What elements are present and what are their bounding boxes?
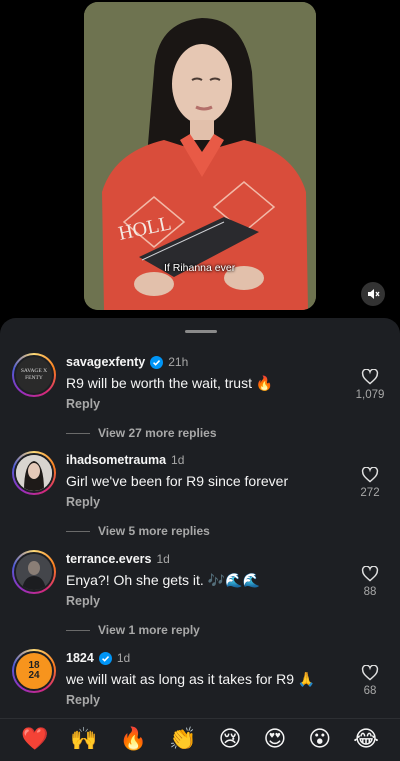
video-area: HOLL If Rihanna ever bbox=[0, 0, 400, 318]
comment-username[interactable]: ihadsometrauma bbox=[66, 453, 166, 467]
comments-sheet: SAVAGE X FENTY savagexfenty 21h R9 will … bbox=[0, 318, 400, 761]
emoji-heart-eyes-button[interactable]: 😍 bbox=[263, 729, 286, 751]
reply-button[interactable]: Reply bbox=[66, 495, 100, 509]
avatar[interactable]: 18 24 bbox=[12, 649, 56, 693]
comment-username[interactable]: terrance.evers bbox=[66, 552, 151, 566]
video-player[interactable]: HOLL If Rihanna ever bbox=[84, 2, 316, 310]
emoji-reaction-bar: ❤️ 🙌 🔥 👏 😢 😍 😮 😂 bbox=[0, 718, 400, 761]
verified-badge-icon bbox=[98, 651, 112, 665]
avatar-photo bbox=[16, 554, 52, 590]
emoji-surprised-button[interactable]: 😮 bbox=[308, 729, 331, 751]
avatar-logo-text: 18 24 bbox=[28, 660, 40, 681]
heart-icon bbox=[361, 369, 379, 385]
avatar[interactable] bbox=[12, 550, 56, 594]
view-replies-button[interactable]: View 1 more reply bbox=[66, 623, 200, 637]
comment-item: ihadsometrauma 1d Girl we've been for R9… bbox=[0, 451, 400, 547]
reply-button[interactable]: Reply bbox=[66, 693, 100, 707]
emoji-clap-button[interactable]: 👏 bbox=[169, 729, 196, 751]
mute-button[interactable] bbox=[361, 282, 385, 306]
comment-text: Enya?! Oh she gets it. 🎶🌊🌊 bbox=[66, 572, 260, 588]
comment-text: we will wait as long as it takes for R9 … bbox=[66, 671, 316, 687]
emoji-raising-hands-button[interactable]: 🙌 bbox=[70, 729, 97, 751]
heart-icon bbox=[361, 665, 379, 681]
comment-username[interactable]: 1824 bbox=[66, 651, 94, 665]
heart-icon bbox=[361, 566, 379, 582]
like-button[interactable]: 272 bbox=[354, 467, 386, 499]
like-count: 68 bbox=[363, 685, 377, 697]
avatar-photo bbox=[16, 455, 52, 491]
emoji-crying-button[interactable]: 😢 bbox=[218, 729, 241, 751]
emoji-laughing-button[interactable]: 😂 bbox=[353, 729, 379, 751]
comment-timestamp: 21h bbox=[168, 355, 189, 369]
emoji-heart-button[interactable]: ❤️ bbox=[21, 729, 48, 751]
like-count: 272 bbox=[360, 487, 380, 499]
comment-username[interactable]: savagexfenty bbox=[66, 355, 145, 369]
reply-button[interactable]: Reply bbox=[66, 397, 100, 411]
verified-badge-icon bbox=[150, 355, 164, 369]
reply-button[interactable]: Reply bbox=[66, 594, 100, 608]
like-button[interactable]: 88 bbox=[354, 566, 386, 598]
view-replies-button[interactable]: View 5 more replies bbox=[66, 524, 210, 538]
video-caption: If Rihanna ever bbox=[164, 262, 236, 274]
comment-timestamp: 1d bbox=[116, 651, 131, 665]
heart-icon bbox=[361, 467, 379, 483]
like-button[interactable]: 1,079 bbox=[354, 369, 386, 401]
comment-timestamp: 1d bbox=[171, 453, 185, 467]
avatar[interactable] bbox=[12, 451, 56, 495]
sheet-grabber[interactable] bbox=[185, 330, 217, 333]
like-count: 1,079 bbox=[355, 389, 385, 401]
avatar[interactable]: SAVAGE X FENTY bbox=[12, 353, 56, 397]
avatar-text: FENTY bbox=[25, 375, 43, 381]
emoji-fire-button[interactable]: 🔥 bbox=[120, 729, 147, 751]
like-count: 88 bbox=[363, 586, 377, 598]
avatar-text: SAVAGE X bbox=[20, 368, 48, 375]
view-replies-button[interactable]: View 27 more replies bbox=[66, 426, 217, 440]
comment-timestamp: 1d bbox=[156, 552, 170, 566]
comment-text: R9 will be worth the wait, trust 🔥 bbox=[66, 375, 274, 391]
speaker-muted-icon bbox=[368, 289, 380, 299]
comment-item: terrance.evers 1d Enya?! Oh she gets it.… bbox=[0, 550, 400, 646]
comment-text: Girl we've been for R9 since forever bbox=[66, 473, 289, 489]
comment-item: SAVAGE X FENTY savagexfenty 21h R9 will … bbox=[0, 353, 400, 449]
like-button[interactable]: 68 bbox=[354, 665, 386, 697]
